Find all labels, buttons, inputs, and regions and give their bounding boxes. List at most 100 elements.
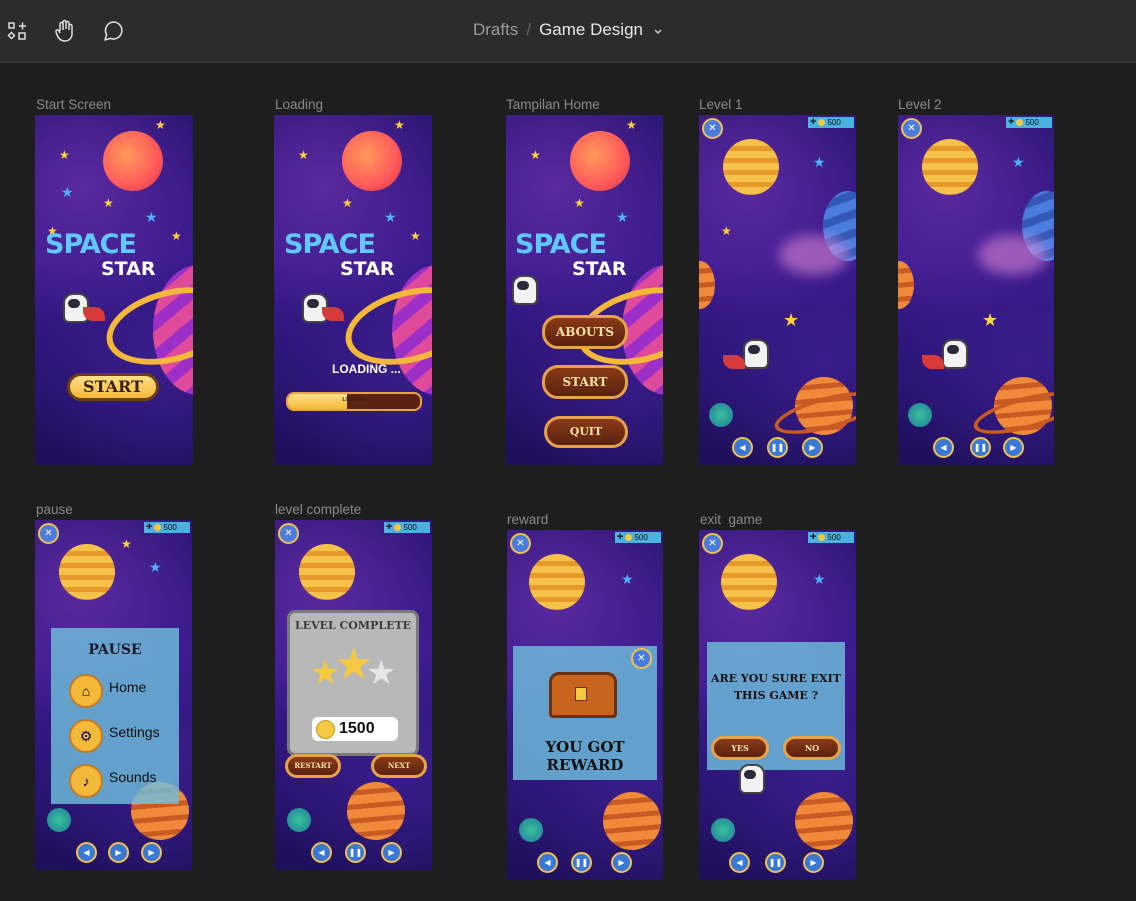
frame-label-level-complete[interactable]: level complete — [275, 502, 361, 517]
rewind-icon[interactable]: ◀ — [311, 842, 332, 863]
close-icon[interactable]: ✕ — [278, 523, 299, 544]
menu-item-settings[interactable]: Settings — [109, 724, 160, 740]
rewind-icon[interactable]: ◀ — [933, 437, 954, 458]
no-button[interactable]: NO — [783, 736, 841, 760]
planet — [59, 544, 115, 600]
star-icon: ★ — [298, 148, 309, 162]
game-title-star: STAR — [101, 258, 156, 280]
frame-label-start-screen[interactable]: Start Screen — [36, 97, 111, 112]
frame-label-exit-game[interactable]: exit game — [700, 512, 762, 527]
frame-label-level1[interactable]: Level 1 — [699, 97, 743, 112]
menu-item-sounds[interactable]: Sounds — [109, 769, 156, 785]
frame-level2[interactable]: ✕ +500 ★ ★ ◀ ❚❚ ▶ — [898, 115, 1054, 465]
frame-label-level2[interactable]: Level 2 — [898, 97, 942, 112]
restart-button[interactable]: RESTART — [285, 754, 341, 778]
quit-button[interactable]: QUIT — [544, 416, 628, 448]
coin-count: 500 — [163, 523, 177, 532]
pause-icon[interactable]: ❚❚ — [345, 842, 366, 863]
start-button[interactable]: START — [542, 365, 628, 399]
astronaut-cape — [723, 355, 745, 369]
rewind-icon[interactable]: ◀ — [729, 852, 750, 873]
forward-icon[interactable]: ▶ — [802, 437, 823, 458]
planet — [103, 131, 163, 191]
star-icon: ★ — [145, 209, 158, 225]
frame-start-screen[interactable]: ★ ★ ★ ★ ★ ★ ★ SPACE STAR START — [35, 115, 193, 465]
pause-icon[interactable]: ❚❚ — [571, 852, 592, 873]
planet — [287, 808, 311, 832]
astronaut — [512, 275, 538, 305]
breadcrumb-parent[interactable]: Drafts — [473, 20, 518, 39]
home-icon[interactable]: ⌂ — [69, 674, 103, 708]
pause-icon[interactable]: ❚❚ — [970, 437, 991, 458]
star-icon: ★ — [574, 196, 585, 210]
start-button[interactable]: START — [67, 373, 159, 401]
nebula — [779, 235, 849, 275]
forward-icon[interactable]: ▶ — [1003, 437, 1024, 458]
frame-label-loading[interactable]: Loading — [275, 97, 323, 112]
frame-level-complete[interactable]: ✕ +500 LEVEL COMPLETE ★ ★ ★ 1500 RESTART… — [275, 520, 432, 870]
gear-icon[interactable]: ⚙ — [69, 719, 103, 753]
pause-icon[interactable]: ❚❚ — [767, 437, 788, 458]
treasure-chest-icon — [549, 672, 617, 718]
frame-label-reward[interactable]: reward — [507, 512, 548, 527]
coin-icon — [316, 719, 335, 739]
frame-label-home[interactable]: Tampilan Home — [506, 97, 600, 112]
close-icon[interactable]: ✕ — [510, 533, 531, 554]
forward-icon[interactable]: ▶ — [611, 852, 632, 873]
pause-icon[interactable]: ❚❚ — [765, 852, 786, 873]
close-icon[interactable]: ✕ — [631, 648, 652, 669]
forward-icon[interactable]: ▶ — [141, 842, 162, 863]
coin-icon — [154, 524, 162, 531]
star-icon: ★ — [121, 537, 132, 551]
planet — [347, 782, 405, 840]
breadcrumb-current[interactable]: Game Design — [539, 20, 643, 39]
yes-button[interactable]: YES — [711, 736, 769, 760]
star-icon: ★ — [783, 310, 800, 330]
frame-pause[interactable]: ✕ +500 ★ ★ PAUSE ⌂ Home ⚙ Settings ♪ Sou… — [35, 520, 192, 870]
rewind-icon[interactable]: ◀ — [732, 437, 753, 458]
chevron-down-icon[interactable] — [653, 21, 663, 41]
frame-reward[interactable]: ✕ +500 ★ ✕ YOU GOT REWARD ◀ ❚❚ ▶ — [507, 530, 663, 880]
star-icon: ★ — [616, 209, 629, 225]
close-icon[interactable]: ✕ — [702, 533, 723, 554]
star-icon: ★ — [149, 559, 162, 575]
star-icon: ★ — [155, 118, 166, 132]
forward-icon[interactable]: ▶ — [803, 852, 824, 873]
rewind-icon[interactable]: ◀ — [76, 842, 97, 863]
close-icon[interactable]: ✕ — [702, 118, 723, 139]
coin-counter: +500 — [808, 117, 854, 128]
plus-icon[interactable]: + — [810, 532, 816, 543]
plus-icon[interactable]: + — [1008, 117, 1014, 128]
toolbar: Drafts / Game Design — [0, 0, 1136, 63]
forward-icon[interactable]: ▶ — [381, 842, 402, 863]
abouts-button[interactable]: ABOUTS — [542, 315, 628, 349]
star-icon: ★ — [530, 148, 541, 162]
coin-counter: +500 — [615, 532, 661, 543]
plus-icon[interactable]: + — [386, 522, 392, 533]
planet — [709, 403, 733, 427]
play-icon[interactable]: ▶ — [108, 842, 129, 863]
music-note-icon[interactable]: ♪ — [69, 764, 103, 798]
coin-count: 500 — [634, 533, 648, 542]
frame-home[interactable]: ★ ★ ★ ★ SPACE STAR ABOUTS START QUIT — [506, 115, 663, 465]
exit-question: ARE YOU SURE EXIT THIS GAME ? — [711, 672, 841, 702]
loading-progress-bar: LOADING — [286, 392, 422, 411]
star-icon: ★ — [626, 118, 637, 132]
plus-icon[interactable]: + — [146, 522, 152, 533]
frame-exit-game[interactable]: ✕ +500 ★ ARE YOU SURE EXIT THIS GAME ? Y… — [699, 530, 856, 880]
breadcrumb-separator: / — [526, 20, 532, 39]
coin-counter: +500 — [1006, 117, 1052, 128]
close-icon[interactable]: ✕ — [38, 523, 59, 544]
rewind-icon[interactable]: ◀ — [537, 852, 558, 873]
frame-label-pause[interactable]: pause — [36, 502, 73, 517]
coin-count: 500 — [1025, 118, 1039, 127]
frame-loading[interactable]: ★ ★ ★ ★ ★ SPACE STAR LOADING ... LOADING — [274, 115, 432, 465]
pause-title: PAUSE — [88, 642, 142, 658]
next-button[interactable]: NEXT — [371, 754, 427, 778]
menu-item-home[interactable]: Home — [109, 679, 146, 695]
frame-level1[interactable]: ✕ +500 ★ ★ ★ ◀ ❚❚ ▶ — [699, 115, 856, 465]
plus-icon[interactable]: + — [810, 117, 816, 128]
plus-icon[interactable]: + — [617, 532, 623, 543]
game-title-space: SPACE — [515, 229, 607, 260]
close-icon[interactable]: ✕ — [901, 118, 922, 139]
